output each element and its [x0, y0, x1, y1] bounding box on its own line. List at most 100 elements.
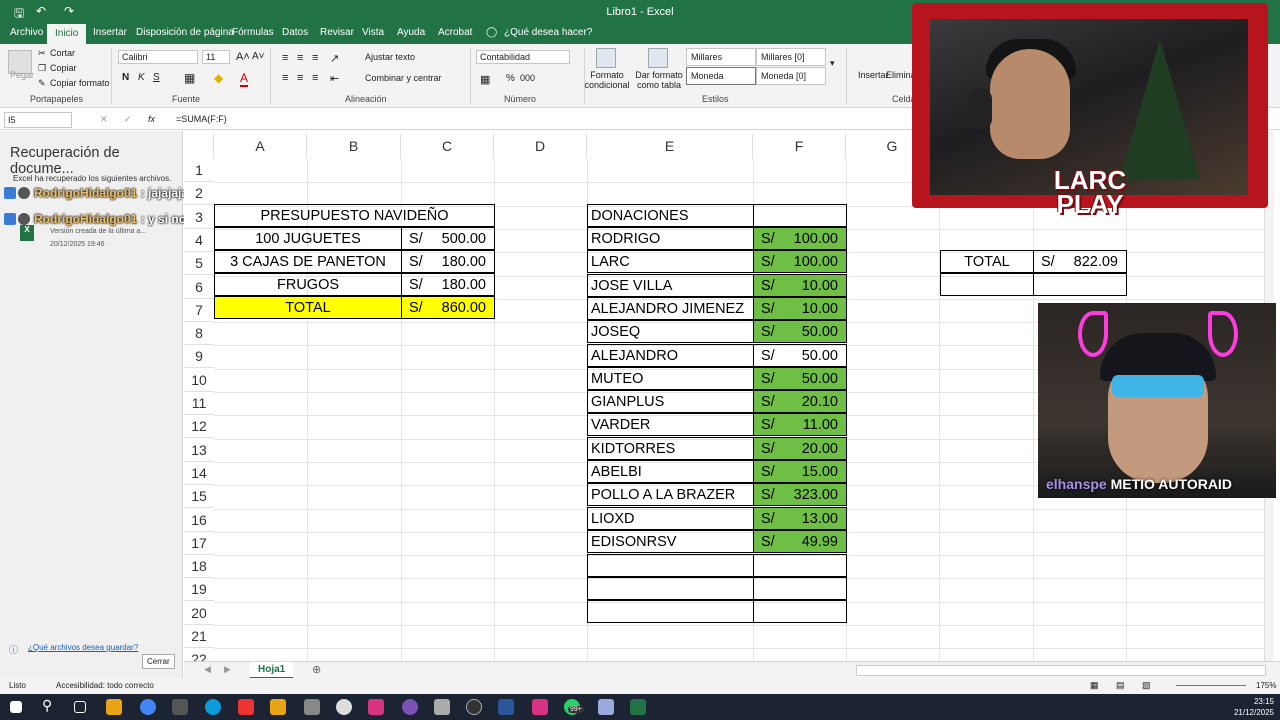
donor-name[interactable]: JOSE VILLA	[587, 273, 754, 297]
system-clock[interactable]: 23:15 21/12/2025	[1234, 696, 1274, 718]
align-top-icon[interactable]: ≡	[282, 52, 288, 64]
font-color-icon[interactable]: A	[240, 71, 249, 87]
row-header[interactable]: 17	[184, 532, 214, 555]
empty-cell[interactable]	[753, 577, 847, 600]
column-header-e[interactable]: E	[587, 134, 753, 159]
budget-item-label[interactable]: 100 JUGUETES	[214, 227, 402, 250]
tab-formulas[interactable]: Fórmulas	[232, 27, 274, 38]
formula-input[interactable]: =SUMA(F:F)	[176, 114, 227, 124]
function-icon[interactable]: fx	[148, 114, 155, 124]
row-header[interactable]: 6	[184, 276, 214, 299]
tab-ayuda[interactable]: Ayuda	[397, 27, 425, 38]
empty-cell[interactable]	[940, 273, 1034, 296]
tab-vista[interactable]: Vista	[362, 27, 384, 38]
donor-amount[interactable]: S/11.00	[753, 413, 847, 437]
style-moneda[interactable]: Moneda	[686, 67, 756, 85]
donor-amount[interactable]: S/50.00	[753, 343, 847, 367]
obs-icon[interactable]	[466, 699, 482, 715]
app-icon[interactable]	[532, 699, 548, 715]
merge-center-button[interactable]: Combinar y centrar	[365, 73, 442, 83]
fill-color-icon[interactable]: ◆	[214, 71, 223, 85]
enter-formula-icon[interactable]: ✓	[124, 114, 132, 125]
format-as-table-button[interactable]: Dar formato como tabla	[634, 70, 684, 90]
tell-me-search[interactable]: ¿Qué desea hacer?	[504, 27, 592, 38]
app-icon[interactable]	[238, 699, 254, 715]
shrink-font-icon[interactable]: A˅	[252, 51, 265, 62]
column-header-d[interactable]: D	[494, 134, 587, 159]
donor-amount[interactable]: S/20.10	[753, 390, 847, 414]
word-icon[interactable]	[498, 699, 514, 715]
donor-name[interactable]: VARDER	[587, 413, 754, 437]
percent-button[interactable]: %	[506, 73, 515, 84]
donor-name[interactable]: EDISONRSV	[587, 529, 754, 553]
next-sheet-icon[interactable]: ▶	[224, 664, 231, 675]
format-painter-button[interactable]: Copiar formato	[50, 78, 110, 88]
file-explorer-icon[interactable]	[106, 699, 122, 715]
donor-amount[interactable]: S/10.00	[753, 273, 847, 297]
add-sheet-icon[interactable]: ⊕	[312, 663, 321, 676]
row-header[interactable]: 20	[184, 602, 214, 625]
donor-amount[interactable]: S/100.00	[753, 227, 847, 250]
app-icon[interactable]	[304, 699, 320, 715]
donor-amount[interactable]: S/50.00	[753, 366, 847, 390]
edge-icon[interactable]	[205, 699, 221, 715]
copy-button[interactable]: Copiar	[50, 63, 77, 73]
budget-item-label[interactable]: FRUGOS	[214, 273, 402, 296]
prev-sheet-icon[interactable]: ◀	[204, 664, 211, 675]
row-header[interactable]: 4	[184, 229, 214, 252]
align-center-icon[interactable]: ≡	[297, 72, 303, 84]
conditional-format-button[interactable]: Formato condicional	[582, 70, 632, 90]
summary-total-amount[interactable]: S/822.09	[1033, 250, 1127, 273]
folder-icon[interactable]	[270, 699, 286, 715]
zoom-slider[interactable]	[1176, 685, 1246, 686]
calculator-icon[interactable]	[434, 699, 450, 715]
donor-amount[interactable]: S/13.00	[753, 506, 847, 530]
donor-name[interactable]: POLLO A LA BRAZER	[587, 483, 754, 507]
column-header-a[interactable]: A	[214, 134, 307, 159]
summary-total-label[interactable]: TOTAL	[940, 250, 1034, 273]
comma-style-button[interactable]: 000	[520, 73, 535, 83]
app-icon[interactable]	[172, 699, 188, 715]
currency-icon[interactable]: ▦	[480, 73, 490, 86]
cancel-formula-icon[interactable]: ✕	[100, 114, 108, 125]
donor-amount[interactable]: S/15.00	[753, 460, 847, 483]
align-bottom-icon[interactable]: ≡	[312, 52, 318, 64]
row-header[interactable]: 8	[184, 322, 214, 346]
select-all-corner[interactable]	[184, 134, 214, 159]
donor-name[interactable]: RODRIGO	[587, 227, 754, 250]
donor-name[interactable]: JOSEQ	[587, 320, 754, 344]
row-header[interactable]: 21	[184, 625, 214, 648]
donor-amount[interactable]: S/10.00	[753, 296, 847, 320]
donor-name[interactable]: ALEJANDRO JIMENEZ	[587, 296, 754, 320]
donations-title-cell[interactable]: DONACIONES	[587, 204, 754, 227]
tab-insertar[interactable]: Insertar	[93, 27, 127, 38]
accessibility-status[interactable]: Accesibilidad: todo correcto	[56, 681, 154, 690]
app-icon[interactable]	[336, 699, 352, 715]
row-header[interactable]: 15	[184, 485, 214, 509]
windows-start-icon[interactable]	[10, 701, 22, 713]
recovered-file-version[interactable]: Versión creada de la última a...	[50, 228, 146, 235]
excel-icon[interactable]	[630, 699, 646, 715]
donor-name[interactable]: LARC	[587, 250, 754, 274]
donor-amount[interactable]: S/100.00	[753, 250, 847, 274]
style-moneda-0[interactable]: Moneda [0]	[756, 67, 826, 85]
chrome-icon[interactable]	[140, 699, 156, 715]
empty-cell[interactable]	[587, 577, 754, 600]
donor-name[interactable]: ALEJANDRO	[587, 343, 754, 367]
tab-datos[interactable]: Datos	[282, 27, 308, 38]
donor-amount[interactable]: S/323.00	[753, 483, 847, 507]
row-header[interactable]: 14	[184, 462, 214, 485]
row-header[interactable]: 3	[184, 206, 214, 229]
style-millares[interactable]: Millares	[686, 48, 756, 66]
budget-title-cell[interactable]: PRESUPUESTO NAVIDEÑO	[214, 204, 495, 227]
budget-item-amount[interactable]: S/180.00	[401, 250, 495, 273]
horizontal-scrollbar[interactable]	[856, 665, 1266, 676]
app-icon[interactable]	[402, 699, 418, 715]
row-header[interactable]: 10	[184, 369, 214, 392]
row-header[interactable]: 9	[184, 345, 214, 369]
tab-acrobat[interactable]: Acrobat	[438, 27, 472, 38]
app-icon[interactable]	[598, 699, 614, 715]
indent-icon[interactable]: ⇤	[330, 72, 339, 85]
page-break-icon[interactable]: ▧	[1142, 680, 1151, 691]
sheet-tab-hoja1[interactable]: Hoja1	[250, 662, 294, 679]
